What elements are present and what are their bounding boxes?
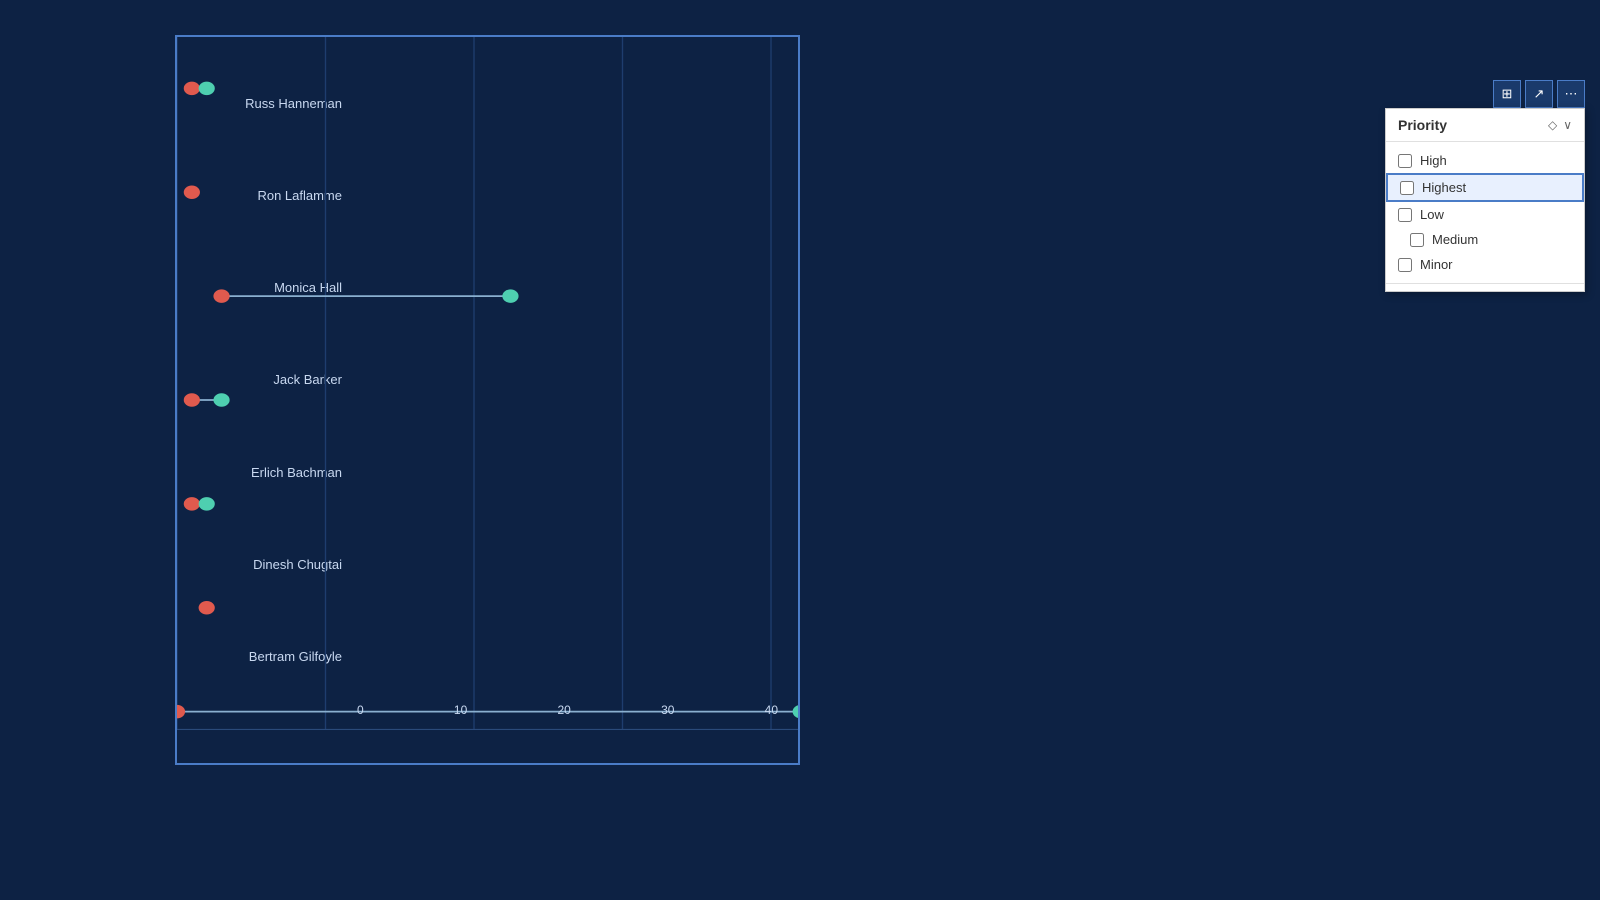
- filter-panel: Priority ◇ ∨ High Highest Low Medium: [1385, 108, 1585, 292]
- filter-expand-icon[interactable]: ∨: [1563, 118, 1572, 132]
- filter-item-minor[interactable]: Minor: [1386, 252, 1584, 277]
- x-axis: 0 10 20 30 40: [357, 703, 778, 733]
- plot-area: [177, 37, 798, 763]
- dot-russ-1: [184, 82, 200, 95]
- x-tick-1: 10: [454, 703, 467, 717]
- dot-jack-2: [213, 393, 229, 406]
- dot-ron-1: [184, 186, 200, 199]
- filter-item-highest[interactable]: Highest: [1386, 173, 1584, 202]
- dot-monica-2: [502, 289, 518, 302]
- dot-jack-1: [184, 393, 200, 406]
- filter-checkbox-low[interactable]: [1398, 208, 1412, 222]
- filter-icon: ⊞: [1502, 86, 1513, 102]
- dot-erlich-2: [199, 497, 215, 510]
- chart-inner: Russ Hanneman Ron Laflamme Monica Hall J…: [177, 37, 798, 763]
- filter-collapse-icon[interactable]: ◇: [1548, 118, 1557, 132]
- export-icon: ↗: [1534, 86, 1545, 102]
- filter-checkbox-highest[interactable]: [1400, 181, 1414, 195]
- dot-bertram-2: [793, 705, 798, 718]
- dot-russ-2: [199, 82, 215, 95]
- x-tick-3: 30: [661, 703, 674, 717]
- filter-checkbox-minor[interactable]: [1398, 258, 1412, 272]
- dot-erlich-1: [184, 497, 200, 510]
- more-icon: ⋯: [1565, 86, 1578, 102]
- filter-item-high[interactable]: High: [1386, 148, 1584, 173]
- more-button[interactable]: ⋯: [1557, 80, 1585, 108]
- filter-label-low: Low: [1420, 207, 1444, 222]
- filter-header: Priority ◇ ∨: [1386, 109, 1584, 142]
- dot-monica-1: [213, 289, 229, 302]
- filter-label-minor: Minor: [1420, 257, 1453, 272]
- filter-label-high: High: [1420, 153, 1447, 168]
- filter-title: Priority: [1398, 117, 1447, 133]
- export-button[interactable]: ↗: [1525, 80, 1553, 108]
- dot-bertram-1: [177, 705, 185, 718]
- filter-header-icons: ◇ ∨: [1548, 118, 1572, 132]
- filter-item-medium[interactable]: Medium: [1386, 227, 1584, 252]
- filter-item-low[interactable]: Low: [1386, 202, 1584, 227]
- filter-items-list: High Highest Low Medium Minor: [1386, 142, 1584, 283]
- toolbar: ⊞ ↗ ⋯: [1493, 80, 1585, 108]
- filter-label-medium: Medium: [1432, 232, 1478, 247]
- x-tick-0: 0: [357, 703, 364, 717]
- filter-button[interactable]: ⊞: [1493, 80, 1521, 108]
- filter-checkbox-medium[interactable]: [1410, 233, 1424, 247]
- chart-container: Russ Hanneman Ron Laflamme Monica Hall J…: [175, 35, 800, 765]
- x-tick-4: 40: [765, 703, 778, 717]
- dot-dinesh-1: [199, 601, 215, 614]
- filter-label-highest: Highest: [1422, 180, 1466, 195]
- filter-footer: [1386, 283, 1584, 291]
- filter-checkbox-high[interactable]: [1398, 154, 1412, 168]
- x-tick-2: 20: [557, 703, 570, 717]
